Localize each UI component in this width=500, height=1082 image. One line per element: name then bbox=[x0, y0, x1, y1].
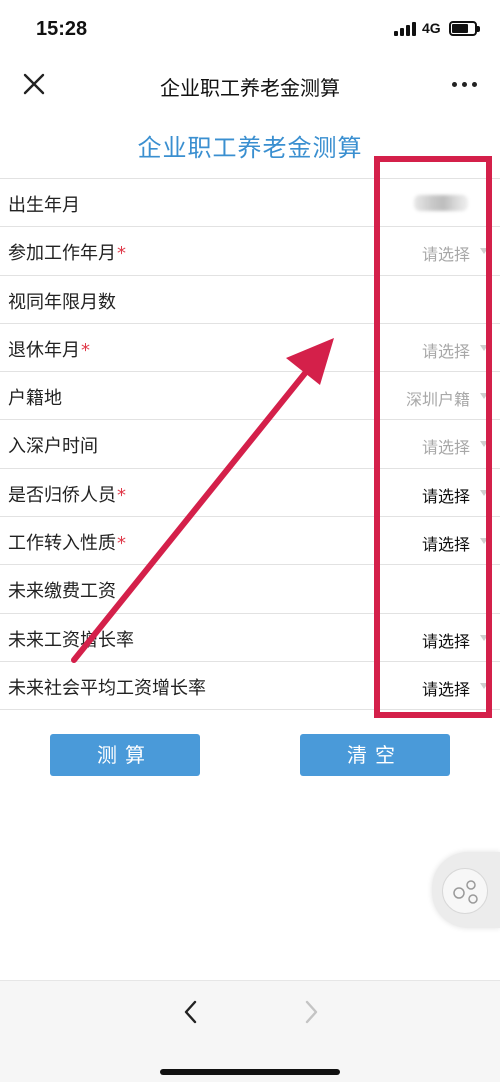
form-row-label-text: 视同年限月数 bbox=[8, 291, 116, 313]
form-row-label: 是否归侨人员* bbox=[8, 481, 126, 507]
form-row-label-text: 出生年月 bbox=[8, 195, 80, 216]
form-row-label: 未来工资增长率 bbox=[8, 626, 135, 652]
form-row-label-text: 入深户时间 bbox=[8, 436, 98, 458]
nav-title: 企业职工养老金测算 bbox=[160, 76, 340, 100]
form-row-label-text: 未来工资增长率 bbox=[8, 629, 134, 651]
status-time: 15:28 bbox=[36, 18, 88, 40]
form-row-label: 工作转入性质* bbox=[8, 529, 126, 555]
form-row-label-text: 是否归侨人员 bbox=[8, 484, 116, 506]
form-row-label-text: 参加工作年月 bbox=[8, 243, 116, 265]
form-row-label: 参加工作年月* bbox=[8, 239, 126, 265]
assistant-icon bbox=[442, 868, 488, 914]
nav-bar: 企业职工养老金测算 bbox=[0, 60, 500, 110]
highlight-annotation-box bbox=[374, 156, 492, 718]
form-row-label-text: 户籍地 bbox=[8, 388, 62, 410]
status-bar: 15:28 4G bbox=[0, 0, 500, 60]
required-marker: * bbox=[117, 243, 126, 265]
form-row-label-text: 未来社会平均工资增长率 bbox=[8, 677, 206, 699]
form-row-label: 出生年月 bbox=[8, 191, 81, 217]
form-row-label: 户籍地 bbox=[8, 384, 63, 410]
required-marker: * bbox=[117, 484, 126, 506]
calculate-button[interactable]: 测算 bbox=[50, 734, 200, 776]
form-row-label: 未来社会平均工资增长率 bbox=[8, 674, 207, 700]
more-icon[interactable] bbox=[450, 80, 480, 90]
form-row-label: 视同年限月数 bbox=[8, 288, 117, 314]
network-label: 4G bbox=[422, 20, 441, 36]
form-row-label-text: 工作转入性质 bbox=[8, 533, 116, 555]
chevron-left-icon[interactable] bbox=[176, 997, 206, 1027]
form-row-label: 未来缴费工资 bbox=[8, 577, 117, 603]
required-marker: * bbox=[81, 339, 90, 361]
battery-icon bbox=[449, 21, 480, 36]
floating-assistant-button[interactable] bbox=[432, 852, 500, 928]
home-indicator bbox=[160, 1069, 340, 1075]
browser-bottom-bar bbox=[0, 980, 500, 1082]
form-row-label: 退休年月* bbox=[8, 336, 90, 362]
form-row-label-text: 未来缴费工资 bbox=[8, 581, 116, 603]
clear-button[interactable]: 清空 bbox=[300, 734, 450, 776]
signal-icon bbox=[394, 22, 416, 36]
chevron-right-icon[interactable] bbox=[296, 997, 326, 1027]
required-marker: * bbox=[117, 533, 126, 555]
form-row-label: 入深户时间 bbox=[8, 432, 99, 458]
form-row-label-text: 退休年月 bbox=[8, 339, 80, 361]
